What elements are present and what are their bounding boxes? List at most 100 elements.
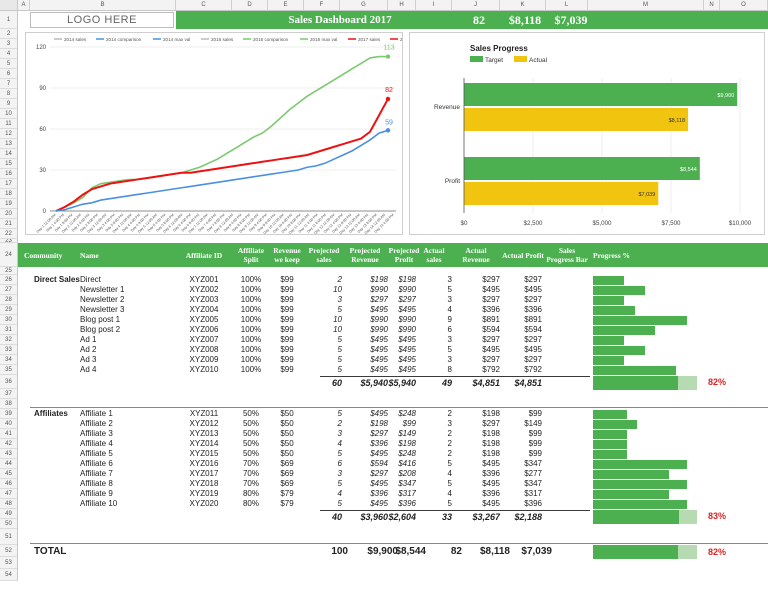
kpi-revenue[interactable]: $8,118 bbox=[500, 11, 550, 29]
affiliate-id-cell[interactable]: XYZ006 bbox=[180, 325, 228, 335]
row-header[interactable]: 51 bbox=[0, 529, 18, 545]
name-cell[interactable]: Ad 4 bbox=[80, 365, 170, 375]
actual-profit-cell[interactable]: $792 bbox=[462, 365, 542, 375]
row-header[interactable]: 53 bbox=[0, 557, 18, 569]
split-cell[interactable]: 100% bbox=[234, 345, 268, 355]
row-header[interactable]: 5 bbox=[0, 59, 18, 69]
affiliate-id-cell[interactable]: XYZ020 bbox=[180, 499, 228, 509]
column-header[interactable]: H bbox=[388, 0, 416, 11]
name-cell[interactable]: Affiliate 8 bbox=[80, 479, 170, 489]
total-cell[interactable]: 40 bbox=[292, 511, 342, 523]
row-header[interactable]: 29 bbox=[0, 305, 18, 315]
row-header[interactable]: 2 bbox=[0, 29, 18, 39]
select-all-corner[interactable] bbox=[0, 0, 18, 11]
actual-profit-cell[interactable]: $347 bbox=[462, 479, 542, 489]
actual-profit-cell[interactable]: $891 bbox=[462, 315, 542, 325]
name-cell[interactable]: Newsletter 1 bbox=[80, 285, 170, 295]
split-cell[interactable]: 100% bbox=[234, 365, 268, 375]
row-header[interactable]: 6 bbox=[0, 69, 18, 79]
affiliate-id-cell[interactable]: XYZ004 bbox=[180, 305, 228, 315]
name-cell[interactable]: Affiliate 5 bbox=[80, 449, 170, 459]
row-header[interactable]: 7 bbox=[0, 79, 18, 89]
split-cell[interactable]: 100% bbox=[234, 325, 268, 335]
name-cell[interactable]: Affiliate 9 bbox=[80, 489, 170, 499]
row-header[interactable]: 15 bbox=[0, 159, 18, 169]
split-cell[interactable]: 70% bbox=[234, 479, 268, 489]
column-header[interactable]: G bbox=[340, 0, 388, 11]
row-header[interactable]: 13 bbox=[0, 139, 18, 149]
row-header[interactable]: 37 bbox=[0, 389, 18, 399]
split-cell[interactable]: 100% bbox=[234, 355, 268, 365]
progress-percent[interactable]: 83% bbox=[708, 511, 726, 521]
actual-profit-cell[interactable]: $396 bbox=[462, 499, 542, 509]
actual-profit-cell[interactable]: $149 bbox=[462, 419, 542, 429]
split-cell[interactable]: 100% bbox=[234, 305, 268, 315]
split-cell[interactable]: 80% bbox=[234, 499, 268, 509]
line-chart[interactable]: 2014 sales 2014 comparison 2014 max val 201… bbox=[25, 32, 427, 235]
total-cell[interactable]: 49 bbox=[402, 377, 452, 389]
row-header[interactable]: 30 bbox=[0, 315, 18, 325]
total-cell[interactable]: $2,188 bbox=[492, 511, 542, 523]
actual-profit-cell[interactable]: $99 bbox=[462, 429, 542, 439]
actual-profit-cell[interactable]: $396 bbox=[462, 305, 542, 315]
row-header[interactable]: 10 bbox=[0, 109, 18, 119]
row-header[interactable]: 32 bbox=[0, 335, 18, 345]
row-header[interactable]: 4 bbox=[0, 49, 18, 59]
total-cell[interactable]: $4,851 bbox=[492, 377, 542, 389]
total-cell[interactable]: 33 bbox=[402, 511, 452, 523]
row-header[interactable]: 28 bbox=[0, 295, 18, 305]
kpi-sales[interactable]: 82 bbox=[452, 11, 506, 29]
row-header[interactable]: 43 bbox=[0, 449, 18, 459]
actual-profit-cell[interactable]: $297 bbox=[462, 275, 542, 285]
row-header[interactable]: 18 bbox=[0, 189, 18, 199]
row-header[interactable]: 54 bbox=[0, 569, 18, 581]
split-cell[interactable]: 100% bbox=[234, 275, 268, 285]
section-label[interactable]: Direct Sales bbox=[34, 275, 80, 285]
affiliate-id-cell[interactable]: XYZ014 bbox=[180, 439, 228, 449]
progress-percent[interactable]: 82% bbox=[708, 377, 726, 387]
actual-profit-cell[interactable]: $495 bbox=[462, 285, 542, 295]
affiliate-id-cell[interactable]: XYZ003 bbox=[180, 295, 228, 305]
column-header[interactable]: F bbox=[304, 0, 340, 11]
row-header[interactable]: 48 bbox=[0, 499, 18, 509]
column-header[interactable]: E bbox=[268, 0, 304, 11]
actual-profit-cell[interactable]: $99 bbox=[462, 439, 542, 449]
row-header[interactable]: 34 bbox=[0, 355, 18, 365]
affiliate-id-cell[interactable]: XYZ010 bbox=[180, 365, 228, 375]
name-cell[interactable]: Direct bbox=[80, 275, 170, 285]
row-header[interactable]: 40 bbox=[0, 419, 18, 429]
column-header[interactable]: D bbox=[232, 0, 268, 11]
actual-profit-cell[interactable]: $99 bbox=[462, 409, 542, 419]
row-header[interactable]: 41 bbox=[0, 429, 18, 439]
name-cell[interactable]: Ad 1 bbox=[80, 335, 170, 345]
name-cell[interactable]: Newsletter 3 bbox=[80, 305, 170, 315]
row-header[interactable]: 33 bbox=[0, 345, 18, 355]
row-header[interactable]: 36 bbox=[0, 375, 18, 389]
split-cell[interactable]: 50% bbox=[234, 409, 268, 419]
name-cell[interactable]: Affiliate 2 bbox=[80, 419, 170, 429]
actual-profit-cell[interactable]: $99 bbox=[462, 449, 542, 459]
row-header[interactable]: 44 bbox=[0, 459, 18, 469]
column-header[interactable]: B bbox=[30, 0, 176, 11]
column-header[interactable]: K bbox=[500, 0, 546, 11]
row-header[interactable]: 1 bbox=[0, 11, 18, 29]
row-header[interactable]: 49 bbox=[0, 509, 18, 519]
column-header[interactable]: A bbox=[18, 0, 30, 11]
progress-percent[interactable]: 82% bbox=[708, 547, 726, 557]
column-header[interactable]: O bbox=[720, 0, 768, 11]
kpi-profit[interactable]: $7,039 bbox=[546, 11, 596, 29]
name-cell[interactable]: Newsletter 2 bbox=[80, 295, 170, 305]
row-header[interactable]: 17 bbox=[0, 179, 18, 189]
row-header[interactable]: 47 bbox=[0, 489, 18, 499]
row-header[interactable]: 27 bbox=[0, 285, 18, 295]
affiliate-id-cell[interactable]: XYZ018 bbox=[180, 479, 228, 489]
grand-total-cell[interactable]: $7,039 bbox=[492, 545, 552, 559]
actual-profit-cell[interactable]: $317 bbox=[462, 489, 542, 499]
column-header[interactable]: L bbox=[546, 0, 588, 11]
row-header[interactable]: 21 bbox=[0, 219, 18, 229]
row-header[interactable]: 16 bbox=[0, 169, 18, 179]
affiliate-id-cell[interactable]: XYZ005 bbox=[180, 315, 228, 325]
affiliate-id-cell[interactable]: XYZ011 bbox=[180, 409, 228, 419]
row-header[interactable]: 31 bbox=[0, 325, 18, 335]
row-header[interactable]: 39 bbox=[0, 409, 18, 419]
